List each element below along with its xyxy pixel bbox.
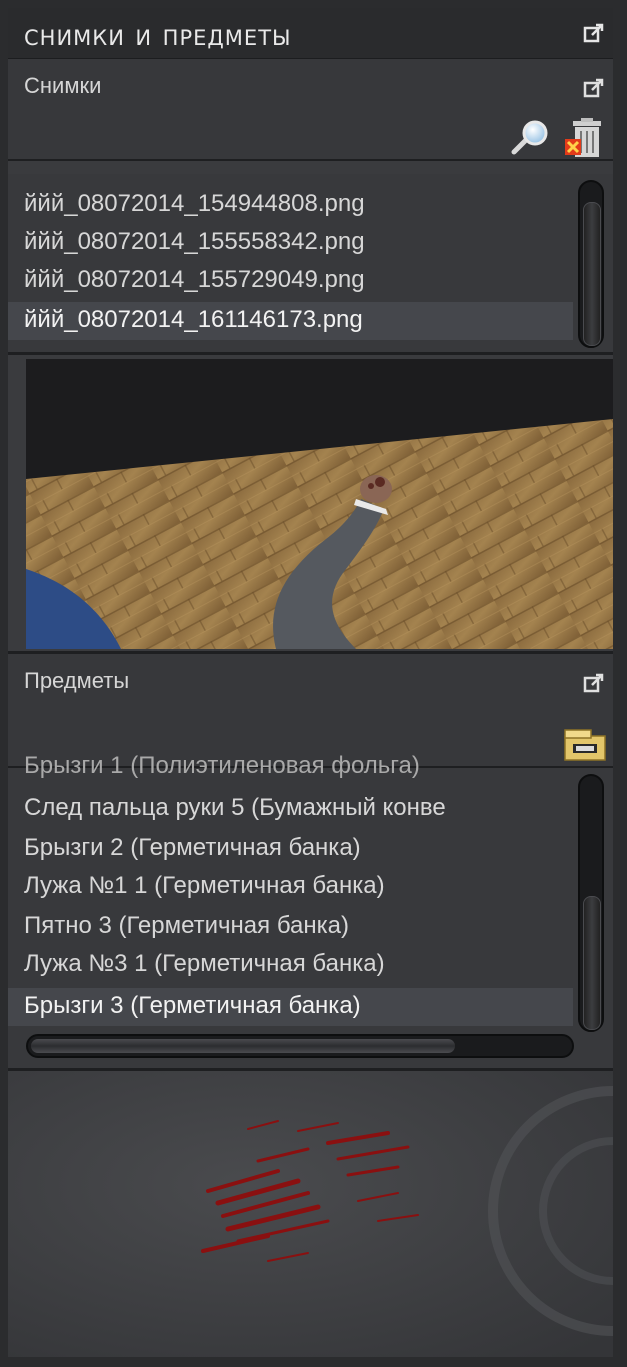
snapshot-row[interactable]: ййй_08072014_155558342.png bbox=[8, 224, 573, 260]
snapshot-preview-image bbox=[26, 359, 613, 649]
snapshot-row[interactable]: ййй_08072014_155729049.png bbox=[8, 262, 573, 298]
items-hscroll-thumb[interactable] bbox=[31, 1039, 455, 1053]
items-horizontal-scrollbar[interactable] bbox=[26, 1034, 574, 1058]
items-list: Брызги 1 (Полиэтиленовая фольга) След па… bbox=[8, 752, 613, 1068]
magnifier-icon[interactable] bbox=[508, 119, 552, 157]
panel-title: Снимки и предметы bbox=[24, 18, 292, 53]
item-row[interactable]: След пальца руки 5 (Бумажный конве bbox=[8, 790, 573, 826]
snapshots-items-panel: Снимки и предметы Снимки bbox=[8, 8, 613, 1357]
snapshot-row[interactable]: ййй_08072014_154944808.png bbox=[8, 186, 573, 222]
items-header: Предметы bbox=[8, 654, 613, 710]
snapshots-header: Снимки bbox=[8, 59, 613, 115]
items-vscroll-thumb[interactable] bbox=[583, 896, 601, 1030]
item-row[interactable]: Брызги 2 (Герметичная банка) bbox=[8, 830, 573, 866]
snapshots-toolbar bbox=[8, 115, 613, 161]
item-row-partial[interactable]: Брызги 1 (Полиэтиленовая фольга) bbox=[8, 748, 573, 784]
snapshots-scroll-thumb[interactable] bbox=[583, 202, 601, 346]
items-popout-icon[interactable] bbox=[583, 672, 605, 694]
item-preview-image bbox=[8, 1071, 613, 1357]
snapshots-popout-icon[interactable] bbox=[583, 77, 605, 99]
items-label: Предметы bbox=[24, 668, 130, 693]
snapshots-label: Снимки bbox=[24, 73, 102, 98]
panel-titlebar: Снимки и предметы bbox=[8, 8, 613, 59]
item-row-selected[interactable]: Брызги 3 (Герметичная банка) bbox=[8, 988, 573, 1026]
item-row[interactable]: Пятно 3 (Герметичная банка) bbox=[8, 908, 573, 944]
snapshot-row-selected[interactable]: ййй_08072014_161146173.png bbox=[8, 302, 573, 340]
item-row[interactable]: Лужа №3 1 (Герметичная банка) bbox=[8, 946, 573, 982]
snapshots-list: ййй_08072014_154944808.png ййй_08072014_… bbox=[8, 174, 613, 352]
snapshots-scrollbar[interactable] bbox=[578, 180, 604, 348]
divider bbox=[8, 352, 613, 355]
trash-icon[interactable] bbox=[563, 117, 607, 159]
items-vertical-scrollbar[interactable] bbox=[578, 774, 604, 1032]
item-row[interactable]: Лужа №1 1 (Герметичная банка) bbox=[8, 868, 573, 904]
popout-icon[interactable] bbox=[583, 22, 605, 44]
